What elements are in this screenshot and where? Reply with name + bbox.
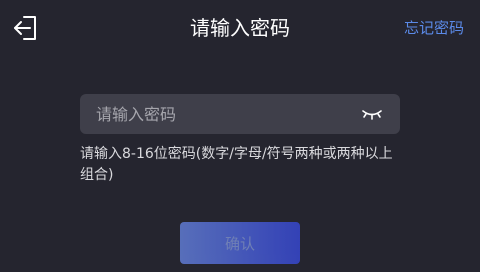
- password-field[interactable]: [80, 94, 400, 134]
- back-button[interactable]: [10, 13, 40, 43]
- eye-closed-icon[interactable]: [360, 102, 384, 126]
- password-input[interactable]: [96, 104, 360, 124]
- forgot-password-link[interactable]: 忘记密码: [404, 17, 464, 39]
- confirm-button[interactable]: 确认: [180, 222, 300, 264]
- password-entry-screen: 请输入密码 忘记密码 请输入8-16位密码(数字/字母/符号两种或两种以上组合)…: [0, 0, 480, 272]
- exit-arrow-icon: [11, 14, 39, 42]
- password-rule-hint: 请输入8-16位密码(数字/字母/符号两种或两种以上组合): [80, 146, 393, 183]
